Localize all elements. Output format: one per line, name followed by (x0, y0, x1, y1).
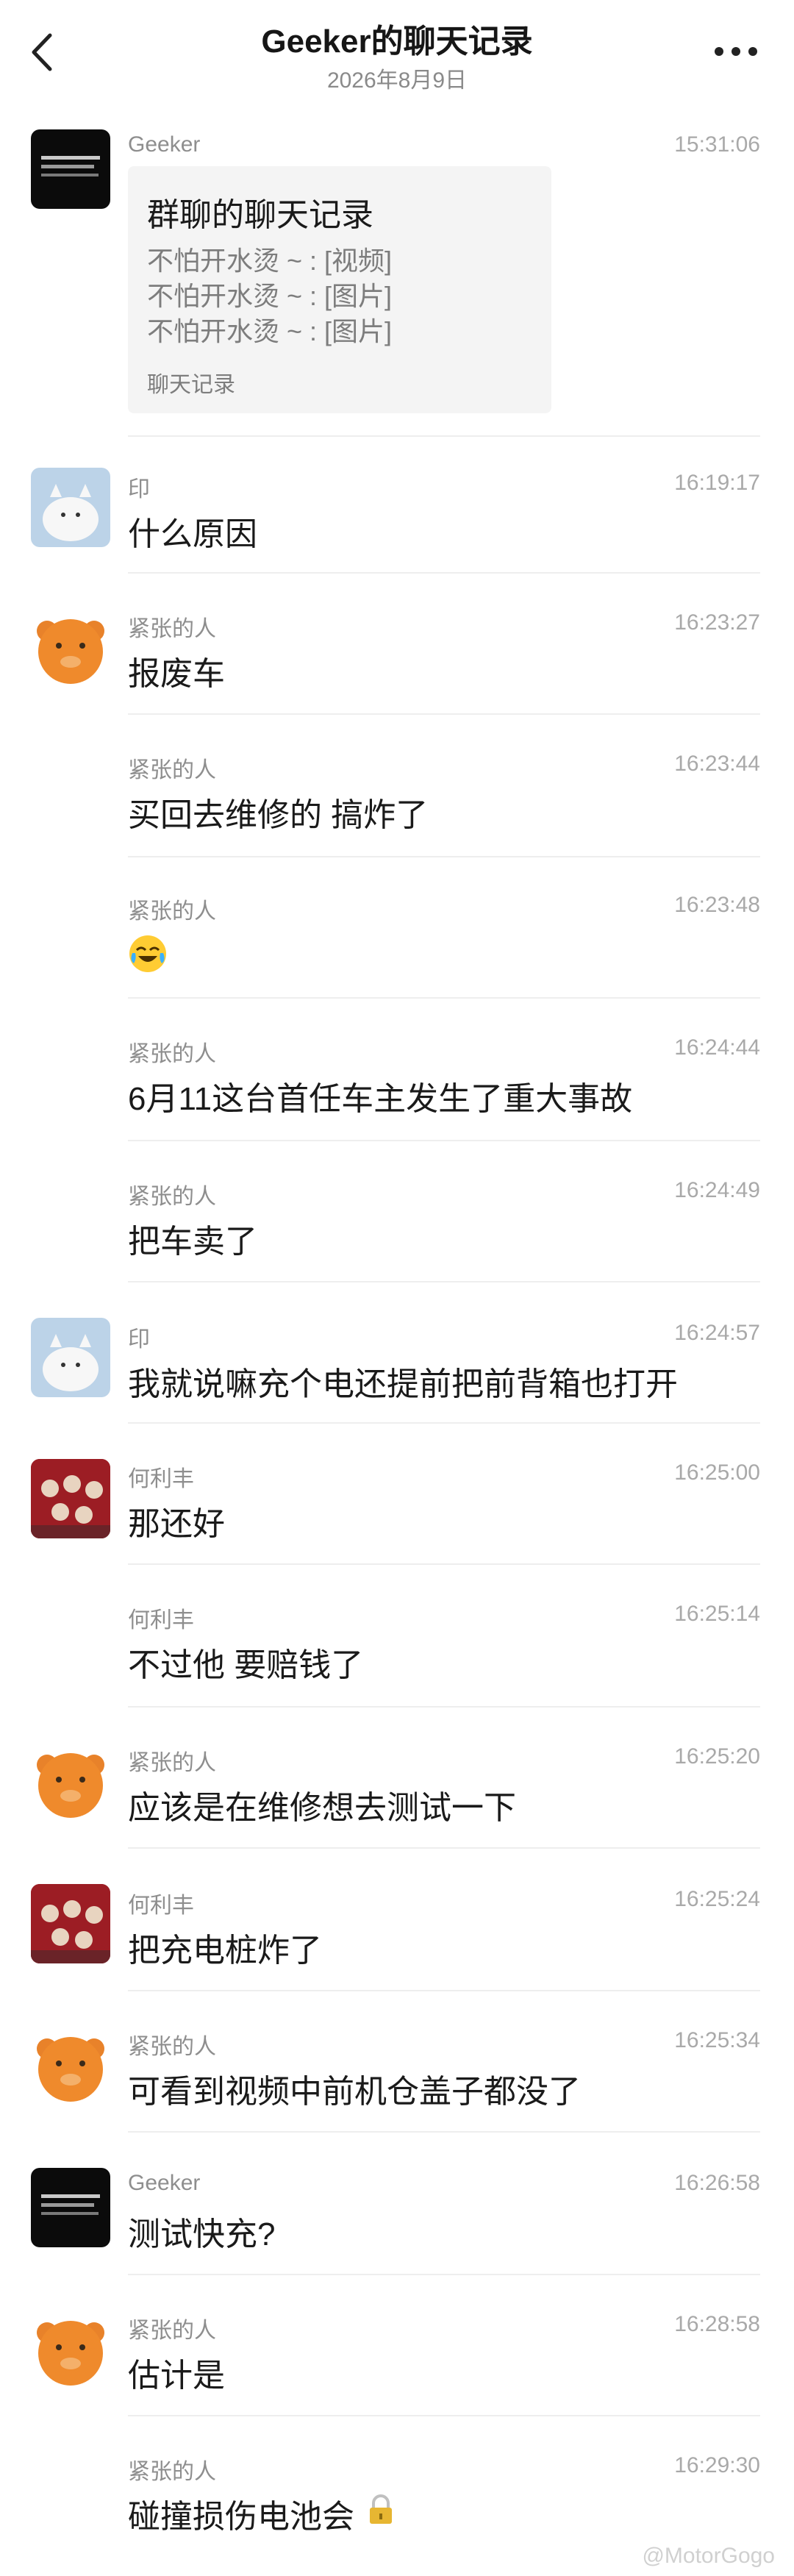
sender-name: 紧张的人 (128, 2460, 216, 2484)
card-line: 不怕开水烫 ~ : [视频] (147, 246, 393, 276)
sender-name: 印 (128, 477, 150, 502)
sender-name: 紧张的人 (128, 899, 216, 924)
card-title: 群聊的聊天记录 (147, 197, 373, 233)
message-text[interactable]: 把车卖了 (128, 1215, 257, 1262)
avatar-geeker[interactable] (31, 129, 110, 209)
divider (128, 856, 760, 857)
message-text[interactable]: 测试快充? (128, 2208, 275, 2255)
sender-name: 何利丰 (128, 1467, 194, 1491)
divider (128, 1563, 760, 1565)
message-text[interactable]: 报废车 (128, 647, 225, 694)
forwarded-chat-card[interactable]: 群聊的聊天记录 不怕开水烫 ~ : [视频] 不怕开水烫 ~ : [图片] 不怕… (128, 166, 551, 413)
sender-name: 紧张的人 (128, 2319, 216, 2343)
divider (128, 1706, 760, 1708)
sender-name: 紧张的人 (128, 1185, 216, 1209)
message-text[interactable]: 什么原因 (128, 507, 257, 554)
sender-name: 紧张的人 (128, 758, 216, 782)
message-time: 16:24:44 (674, 1035, 760, 1060)
divider (128, 572, 760, 574)
sender-name: Geeker (128, 2171, 201, 2195)
avatar-red[interactable] (31, 1459, 110, 1538)
sender-name: 印 (128, 1327, 150, 1352)
sender-name: 何利丰 (128, 1894, 194, 1918)
divider (128, 997, 760, 999)
message-time: 16:26:58 (674, 2171, 760, 2195)
divider (128, 1281, 760, 1282)
message-text[interactable]: 那还好 (128, 1497, 225, 1544)
message-text[interactable]: 6月11这台首任车主发生了重大事故 (128, 1072, 632, 1119)
card-line: 不怕开水烫 ~ : [图片] (147, 316, 393, 346)
avatar-bear[interactable] (31, 2027, 110, 2106)
page-title: Geeker的聊天记录 (261, 24, 533, 60)
message-time: 16:23:48 (674, 893, 760, 917)
avatar-red[interactable] (31, 1884, 110, 1963)
header-bar: Geeker的聊天记录 2026年8月9日 (0, 0, 794, 110)
avatar-bear[interactable] (31, 609, 110, 688)
sender-name: 何利丰 (128, 1608, 194, 1633)
divider (128, 2415, 760, 2416)
sender-name: Geeker (128, 132, 201, 157)
message-time: 16:23:27 (674, 610, 760, 635)
message-time: 16:25:20 (674, 1744, 760, 1769)
message-time: 16:25:34 (674, 2028, 760, 2052)
divider (128, 2274, 760, 2275)
divider (128, 1140, 760, 1141)
avatar-geeker[interactable] (31, 2168, 110, 2247)
avatar-bear[interactable] (31, 1743, 110, 1822)
sender-name: 紧张的人 (128, 617, 216, 641)
message-time: 16:24:49 (674, 1178, 760, 1202)
divider (128, 2131, 760, 2133)
message-time: 16:25:14 (674, 1602, 760, 1626)
sender-name: 紧张的人 (128, 2035, 216, 2059)
message-time: 16:29:30 (674, 2453, 760, 2477)
message-time: 16:24:57 (674, 1321, 760, 1345)
avatar-cat[interactable] (31, 468, 110, 547)
card-footer: 聊天记录 (147, 373, 235, 397)
divider (128, 1990, 760, 1991)
message-text[interactable]: 估计是 (128, 2349, 225, 2396)
message-time: 16:25:24 (674, 1887, 760, 1911)
sender-name: 紧张的人 (128, 1751, 216, 1775)
message-time: 16:28:58 (674, 2312, 760, 2336)
sender-name: 紧张的人 (128, 1042, 216, 1066)
message-text[interactable]: 可看到视频中前机仓盖子都没了 (128, 2065, 581, 2112)
message-time: 16:19:17 (674, 471, 760, 495)
laugh-cry-emoji-icon (128, 934, 168, 974)
card-line: 不怕开水烫 ~ : [图片] (147, 281, 393, 311)
message-text[interactable]: 把充电桩炸了 (128, 1924, 322, 1971)
divider (128, 1422, 760, 1424)
page-date: 2026年8月9日 (326, 68, 468, 93)
message-time: 16:23:44 (674, 752, 760, 776)
lock-icon (363, 2491, 398, 2527)
avatar-bear[interactable] (31, 2311, 110, 2390)
avatar-cat[interactable] (31, 1318, 110, 1397)
divider (128, 435, 760, 437)
message-text[interactable]: 买回去维修的 搞炸了 (128, 788, 428, 835)
watermark: @MotorGogo (642, 2544, 775, 2568)
message-text[interactable]: 不过他 要赔钱了 (128, 1638, 363, 1685)
message-text[interactable]: 碰撞损伤电池会 (128, 2490, 354, 2537)
message-time: 15:31:06 (674, 132, 760, 157)
message-text[interactable]: 我就说嘛充个电还提前把前背箱也打开 (128, 1357, 678, 1405)
divider (128, 713, 760, 715)
message-time: 16:25:00 (674, 1460, 760, 1485)
message-text[interactable]: 应该是在维修想去测试一下 (128, 1781, 516, 1828)
divider (128, 1847, 760, 1849)
more-icon[interactable] (710, 37, 762, 66)
